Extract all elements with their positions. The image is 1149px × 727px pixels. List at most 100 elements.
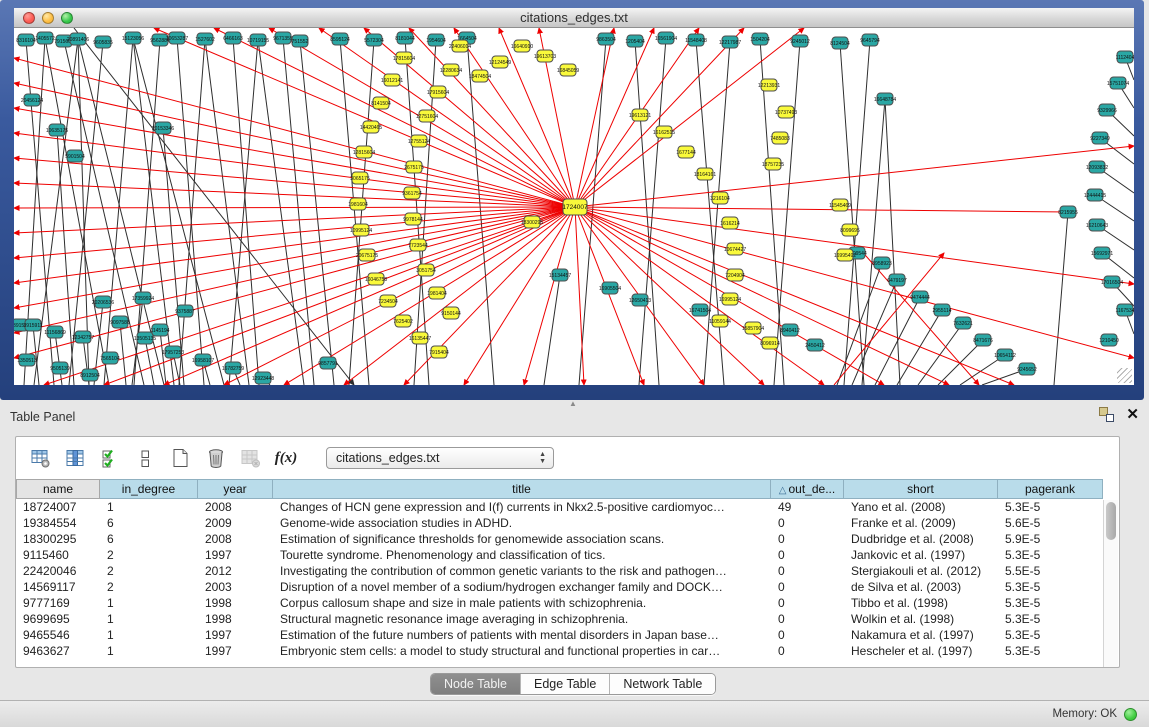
graph-node[interactable]: 1405572 xyxy=(35,32,55,44)
graph-node[interactable]: 12444415 xyxy=(1084,189,1106,201)
graph-edge[interactable] xyxy=(55,332,62,385)
graph-node[interactable]: 9375887 xyxy=(175,305,195,317)
graph-edge[interactable] xyxy=(233,38,259,385)
graph-node[interactable]: 15751074 xyxy=(1107,77,1129,89)
graph-node[interactable]: 16995124 xyxy=(719,293,741,305)
graph-node[interactable]: 18300295 xyxy=(521,216,543,228)
graph-node[interactable]: 2450412 xyxy=(805,339,825,351)
graph-node[interactable]: 16135447 xyxy=(409,332,431,344)
graph-edge[interactable] xyxy=(575,207,949,385)
graph-edge[interactable] xyxy=(14,207,575,308)
graph-node[interactable]: 9245012 xyxy=(790,35,810,47)
graph-node[interactable]: 6479197 xyxy=(887,274,907,286)
graph-node[interactable]: 18757235 xyxy=(762,158,784,170)
graph-node[interactable]: 12093832 xyxy=(1086,161,1108,173)
graph-node[interactable]: 20456124 xyxy=(21,94,43,106)
column-header-in_degree[interactable]: in_degree xyxy=(100,479,198,499)
graph-node[interactable]: 9474444 xyxy=(910,291,930,303)
graph-node[interactable]: 20153346 xyxy=(152,122,174,134)
table-row[interactable]: 946554611997Estimation of the future num… xyxy=(16,627,1119,643)
graph-node[interactable]: 9361754 xyxy=(402,187,422,199)
graph-edge[interactable] xyxy=(575,146,1134,207)
graph-edge[interactable] xyxy=(862,99,885,385)
graph-node[interactable]: 20675175 xyxy=(356,249,378,261)
graph-edge[interactable] xyxy=(340,39,369,385)
tab-edge-table[interactable]: Edge Table xyxy=(520,674,609,694)
graph-edge[interactable] xyxy=(120,322,126,385)
scrollbar-thumb[interactable] xyxy=(1106,502,1116,540)
graph-node[interactable]: 5572304 xyxy=(364,34,384,46)
graph-node[interactable]: 16162515 xyxy=(653,126,675,138)
graph-node[interactable]: 17957253 xyxy=(162,346,184,358)
graph-node[interactable]: 17815604 xyxy=(393,52,415,64)
graph-node[interactable]: 8471676 xyxy=(973,334,993,346)
graph-node[interactable]: 12923448 xyxy=(252,372,274,384)
graph-node[interactable]: 9605835 xyxy=(93,36,113,48)
column-header-pagerank[interactable]: pagerank xyxy=(998,479,1103,499)
graph-edge[interactable] xyxy=(258,40,304,385)
graph-node[interactable]: 15692971 xyxy=(1091,247,1113,259)
graph-edge[interactable] xyxy=(897,310,942,385)
float-panel-icon[interactable] xyxy=(1099,407,1114,422)
graph-node[interactable]: 16648784 xyxy=(874,93,896,105)
graph-node[interactable]: 14420465 xyxy=(360,121,382,133)
graph-node[interactable]: 9863504 xyxy=(596,33,616,45)
graph-edge[interactable] xyxy=(14,207,575,208)
graph-edge[interactable] xyxy=(704,42,730,385)
graph-node[interactable]: 12217987 xyxy=(719,36,741,48)
table-row[interactable]: 946362711997Embryonic stem cells: a mode… xyxy=(16,643,1119,659)
column-header-name[interactable]: name xyxy=(16,479,100,499)
delete-column-icon[interactable] xyxy=(205,448,227,468)
graph-node[interactable]: 16845059 xyxy=(557,64,579,76)
graph-edge[interactable] xyxy=(24,38,45,385)
network-window-titlebar[interactable]: citations_edges.txt xyxy=(14,8,1134,28)
graph-node[interactable]: 15857904 xyxy=(742,322,764,334)
close-panel-icon[interactable]: ✕ xyxy=(1126,407,1139,422)
graph-node[interactable]: 8595124 xyxy=(330,33,350,45)
graph-edge[interactable] xyxy=(840,43,864,385)
graph-node[interactable]: 3051754 xyxy=(416,264,436,276)
tab-network-table[interactable]: Network Table xyxy=(609,674,715,694)
graph-node[interactable]: 19613703 xyxy=(534,50,556,62)
table-row[interactable]: 977716911998Corpus callosum shape and si… xyxy=(16,595,1119,611)
column-settings-icon[interactable] xyxy=(30,448,52,468)
table-row[interactable]: 2242004622012Investigating the contribut… xyxy=(16,563,1119,579)
graph-node[interactable]: 6466163 xyxy=(223,32,243,44)
graph-node[interactable]: 18164161 xyxy=(694,168,716,180)
graph-node[interactable]: 9505139 xyxy=(50,362,70,374)
graph-node[interactable]: 12124549 xyxy=(489,56,511,68)
graph-node[interactable]: 12815604 xyxy=(353,146,375,158)
graph-node[interactable]: 10995124 xyxy=(350,224,372,236)
graph-edge[interactable] xyxy=(14,58,575,207)
graph-node[interactable]: 7565104 xyxy=(100,352,120,364)
close-window-icon[interactable] xyxy=(23,12,35,24)
graph-node[interactable]: 20206536 xyxy=(92,296,114,308)
select-column-icon[interactable] xyxy=(65,448,87,468)
graph-node[interactable]: 8096914 xyxy=(760,337,780,349)
graph-edge[interactable] xyxy=(852,280,897,385)
graph-node[interactable]: 12342757 xyxy=(72,331,94,343)
graph-node[interactable]: 12280634 xyxy=(440,64,462,76)
graph-node[interactable]: 7234504 xyxy=(378,295,398,307)
graph-node[interactable]: 11548408 xyxy=(685,34,707,46)
graph-node[interactable]: 2955114 xyxy=(932,304,951,316)
graph-node[interactable]: 7625402 xyxy=(393,315,413,327)
graph-edge[interactable] xyxy=(14,207,575,258)
graph-node[interactable]: 10674427 xyxy=(724,243,746,255)
graph-edge[interactable] xyxy=(74,28,354,385)
graph-node[interactable]: 19613121 xyxy=(629,109,651,121)
graph-node[interactable]: 15123056 xyxy=(122,32,144,44)
table-row[interactable]: 911546021997Tourette syndrome. Phenomeno… xyxy=(16,547,1119,563)
graph-edge[interactable] xyxy=(145,338,154,385)
graph-node[interactable]: 11545469 xyxy=(829,199,851,211)
graph-node[interactable]: 11059144 xyxy=(709,315,731,327)
graph-edge[interactable] xyxy=(14,133,575,207)
graph-node[interactable]: 9329966 xyxy=(1097,104,1117,116)
column-header-title[interactable]: title xyxy=(273,479,771,499)
graph-node[interactable]: 20891406 xyxy=(67,33,89,45)
view-resize-grip[interactable] xyxy=(1117,368,1132,383)
graph-edge[interactable] xyxy=(14,183,575,207)
graph-edge[interactable] xyxy=(918,323,963,385)
graph-edge[interactable] xyxy=(14,207,575,358)
graph-node[interactable]: 9978144 xyxy=(403,213,423,225)
